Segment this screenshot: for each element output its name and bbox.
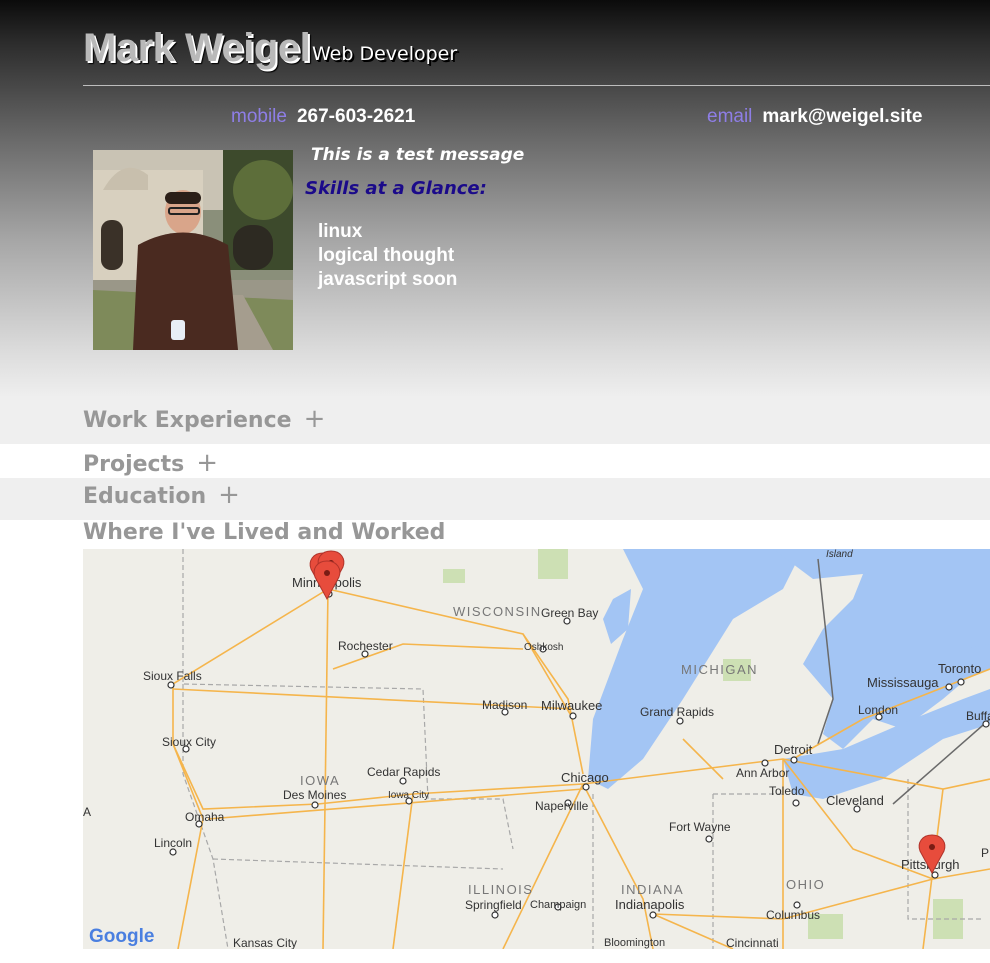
map-label-state: OHIO xyxy=(786,877,825,892)
map-label-city: Kansas City xyxy=(233,936,297,949)
section-header[interactable]: Education + xyxy=(83,480,240,510)
map-label-city: Ann Arbor xyxy=(736,766,789,780)
map-label-city: Milwaukee xyxy=(541,698,602,713)
map-label-city: Grand Rapids xyxy=(640,705,714,719)
map-label-city: Sioux Falls xyxy=(143,669,202,683)
map-label-city: Omaha xyxy=(185,810,225,824)
profile-photo xyxy=(93,150,293,350)
expand-icon[interactable]: + xyxy=(304,404,326,434)
map-label-city: Iowa City xyxy=(388,790,429,801)
map-label-city: Lincoln xyxy=(154,836,192,850)
map-label-city: Toronto xyxy=(938,661,981,676)
google-logo: Google xyxy=(89,926,154,947)
section-header[interactable]: Work Experience + xyxy=(83,404,325,434)
map-label-city: Fort Wayne xyxy=(669,820,731,834)
mobile-contact: mobile 267-603-2621 xyxy=(231,106,415,128)
map-label-city: Cleveland xyxy=(826,793,884,808)
section-work-experience[interactable]: Work Experience + xyxy=(0,396,990,444)
section-title: Projects xyxy=(83,452,185,477)
map-label-city: Oshkosh xyxy=(524,642,563,653)
map-label-state: WISCONSIN xyxy=(453,604,542,619)
map-label-city: Bloomington xyxy=(604,937,665,949)
map-label-state: IOWA xyxy=(300,773,340,788)
map-label-city: Chicago xyxy=(561,770,609,785)
map-label-city: Rochester xyxy=(338,639,393,653)
section-title: Work Experience xyxy=(83,408,292,433)
section-header[interactable]: Projects + xyxy=(83,448,218,478)
skills-list: linux logical thought javascript soon xyxy=(318,220,457,292)
map-edge-label: P xyxy=(981,846,989,860)
map-label-city: Toledo xyxy=(769,784,805,798)
skills-heading: Skills at a Glance: xyxy=(305,178,487,199)
map-label-city: Cincinnati xyxy=(726,936,779,949)
expand-icon[interactable]: + xyxy=(218,480,240,510)
section-lived-worked: Where I've Lived and Worked xyxy=(0,520,990,550)
map-label-city: Island xyxy=(826,549,853,560)
map-label-city: Buffa xyxy=(966,709,990,723)
map-label-city: Columbus xyxy=(766,908,820,922)
mobile-label: mobile xyxy=(231,106,287,127)
map-label-city: Naperville xyxy=(535,799,589,813)
section-title: Education xyxy=(83,484,207,509)
header-divider xyxy=(83,85,990,86)
map-label-city: Sioux City xyxy=(162,735,216,749)
mobile-number[interactable]: 267-603-2621 xyxy=(297,106,415,127)
map[interactable]: WISCONSIN MICHIGAN IOWA ILLINOIS INDIANA… xyxy=(83,549,990,949)
section-projects[interactable]: Projects + xyxy=(0,444,990,478)
map-label-state: INDIANA xyxy=(621,882,684,897)
section-education[interactable]: Education + xyxy=(0,478,990,520)
section-title: Where I've Lived and Worked xyxy=(83,520,446,545)
map-label-city: Mississauga xyxy=(867,675,939,690)
map-label-state: MICHIGAN xyxy=(681,662,758,677)
skill-item: logical thought xyxy=(318,245,455,266)
map-label-state: ILLINOIS xyxy=(468,882,533,897)
skill-item: linux xyxy=(318,221,363,242)
map-label-city: Detroit xyxy=(774,742,813,757)
map-label-city: Cedar Rapids xyxy=(367,765,440,779)
map-label-city: Green Bay xyxy=(541,606,598,620)
map-edge-label: A xyxy=(83,805,91,819)
email-address[interactable]: mark@weigel.site xyxy=(762,106,922,127)
map-label-city: Champaign xyxy=(530,899,586,911)
page-title: Mark Weigel xyxy=(83,26,311,70)
map-label-city: Madison xyxy=(482,698,527,712)
map-label-city: Des Moines xyxy=(283,788,346,802)
skill-item: javascript soon xyxy=(318,269,458,290)
map-label-city: Indianapolis xyxy=(615,897,685,912)
email-label: email xyxy=(707,106,753,127)
map-label-city: London xyxy=(858,703,898,717)
expand-icon[interactable]: + xyxy=(196,448,218,478)
test-message: This is a test message xyxy=(311,145,525,165)
job-title: Web Developer xyxy=(312,43,458,65)
email-contact: email mark@weigel.site xyxy=(707,106,922,128)
map-label-city: Springfield xyxy=(465,898,522,912)
